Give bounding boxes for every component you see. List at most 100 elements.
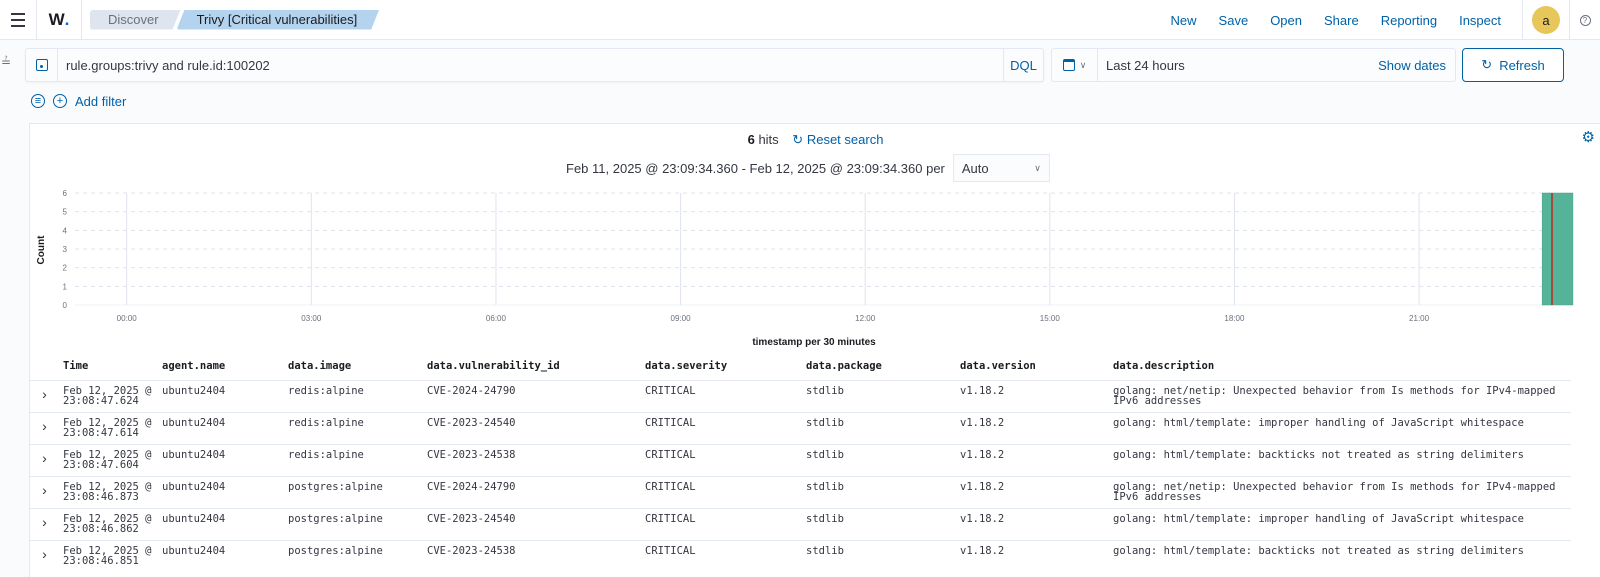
expand-row-button[interactable]: › xyxy=(30,411,59,444)
app-logo[interactable]: W. xyxy=(37,0,81,40)
cell-description: golang: net/netip: Unexpected behavior f… xyxy=(1109,475,1571,508)
filter-options-icon[interactable]: ≡ xyxy=(31,94,45,108)
chart-bars xyxy=(1541,192,1574,306)
cell-version: v1.18.2 xyxy=(956,411,1109,444)
breadcrumb-current-search: Trivy [Critical vulnerabilities] xyxy=(177,10,380,30)
time-date: Feb 12, 2025 @ xyxy=(63,512,152,525)
reporting-button[interactable]: Reporting xyxy=(1381,13,1437,28)
column-header[interactable]: data.vulnerability_id xyxy=(423,352,641,380)
collapse-sidebar-icon[interactable]: ≟ xyxy=(1,55,11,69)
hits-summary: 6 hits ↻ Reset search xyxy=(30,132,1600,148)
time-date: Feb 12, 2025 @ xyxy=(63,416,152,429)
reset-icon: ↻ xyxy=(792,132,804,147)
cell-agent-name: ubuntu2404 xyxy=(158,443,284,476)
cell-agent-name: ubuntu2404 xyxy=(158,411,284,444)
reset-search-button[interactable]: ↻ Reset search xyxy=(792,132,883,147)
cell-description: golang: html/template: backticks not tre… xyxy=(1109,443,1571,476)
y-tick-label: 2 xyxy=(63,264,68,273)
column-header[interactable]: data.image xyxy=(284,352,423,380)
chevron-down-icon: ∨ xyxy=(1034,162,1041,173)
cell-vulnerability-id: CVE-2024-24790 xyxy=(423,379,641,412)
y-tick-label: 4 xyxy=(63,226,68,235)
save-icon xyxy=(35,59,48,71)
quick-menu-button[interactable]: ∨ xyxy=(1052,49,1098,81)
new-button[interactable]: New xyxy=(1171,13,1197,28)
breadcrumb-discover[interactable]: Discover xyxy=(90,10,181,30)
cell-image: postgres:alpine xyxy=(284,539,423,572)
open-button[interactable]: Open xyxy=(1270,13,1302,28)
help-button[interactable]: ? xyxy=(1570,0,1600,40)
column-header[interactable]: data.package xyxy=(802,352,956,380)
cell-image: redis:alpine xyxy=(284,443,423,476)
expand-row-button[interactable]: › xyxy=(30,539,59,572)
expand-row-button[interactable]: › xyxy=(30,507,59,540)
cell-agent-name: ubuntu2404 xyxy=(158,507,284,540)
column-header[interactable]: data.version xyxy=(956,352,1109,380)
breadcrumb: Discover Trivy [Critical vulnerabilities… xyxy=(90,10,379,30)
y-tick-label: 6 xyxy=(63,189,68,198)
cell-version: v1.18.2 xyxy=(956,379,1109,412)
column-header[interactable]: Time xyxy=(59,352,158,380)
expand-row-button[interactable]: › xyxy=(30,475,59,508)
documents-table: Time agent.name data.image data.vulnerab… xyxy=(30,352,1571,572)
search-input[interactable] xyxy=(58,49,1003,81)
cell-severity: CRITICAL xyxy=(641,443,802,476)
table-row: › Feb 12, 2025 @23:08:46.862 ubuntu2404 pos… xyxy=(30,507,1571,540)
column-header[interactable]: data.description xyxy=(1109,352,1571,380)
table-row: › Feb 12, 2025 @23:08:47.614 ubuntu2404 red… xyxy=(30,411,1571,444)
cell-version: v1.18.2 xyxy=(956,539,1109,572)
menu-button[interactable] xyxy=(0,0,36,40)
show-dates-button[interactable]: Show dates xyxy=(1378,58,1455,73)
column-header[interactable]: data.severity xyxy=(641,352,802,380)
refresh-label: Refresh xyxy=(1499,57,1545,73)
cell-version: v1.18.2 xyxy=(956,475,1109,508)
chevron-right-icon: › xyxy=(42,417,47,434)
expand-row-button[interactable]: › xyxy=(30,379,59,412)
user-menu: a xyxy=(1522,0,1570,40)
share-button[interactable]: Share xyxy=(1324,13,1359,28)
cell-package: stdlib xyxy=(802,443,956,476)
saved-query-button[interactable] xyxy=(26,49,58,81)
x-tick-label: 15:00 xyxy=(1040,314,1061,323)
cell-version: v1.18.2 xyxy=(956,507,1109,540)
x-axis-title: timestamp per 30 minutes xyxy=(752,337,876,348)
cell-vulnerability-id: CVE-2023-24540 xyxy=(423,507,641,540)
cell-description: golang: html/template: backticks not tre… xyxy=(1109,539,1571,572)
query-language-button[interactable]: DQL xyxy=(1003,49,1043,81)
chart-grid xyxy=(75,192,1552,306)
chevron-down-icon: ∨ xyxy=(1079,59,1087,70)
cell-package: stdlib xyxy=(802,507,956,540)
cell-package: stdlib xyxy=(802,379,956,412)
table-row: › Feb 12, 2025 @23:08:46.873 ubuntu2404 pos… xyxy=(30,475,1571,508)
table-row: › Feb 12, 2025 @23:08:47.604 ubuntu2404 red… xyxy=(30,443,1571,476)
refresh-button[interactable]: ↻ Refresh xyxy=(1462,48,1564,82)
cell-description: golang: html/template: improper handling… xyxy=(1109,411,1571,444)
expand-row-button[interactable]: › xyxy=(30,443,59,476)
cell-vulnerability-id: CVE-2024-24790 xyxy=(423,475,641,508)
cell-severity: CRITICAL xyxy=(641,475,802,508)
cell-image: redis:alpine xyxy=(284,379,423,412)
avatar[interactable]: a xyxy=(1532,6,1560,34)
cell-time: Feb 12, 2025 @23:08:47.604 xyxy=(59,443,158,476)
time-clock: 23:08:47.604 xyxy=(63,458,139,471)
y-tick-label: 1 xyxy=(63,282,68,291)
column-header[interactable]: agent.name xyxy=(158,352,284,380)
table-header-row: Time agent.name data.image data.vulnerab… xyxy=(30,352,1571,380)
cell-description: golang: html/template: improper handling… xyxy=(1109,507,1571,540)
interval-select[interactable]: Auto ∨ xyxy=(952,154,1050,182)
interval-value: Auto xyxy=(961,160,989,176)
cell-package: stdlib xyxy=(802,411,956,444)
cell-vulnerability-id: CVE-2023-24538 xyxy=(423,443,641,476)
date-range-text[interactable]: Last 24 hours xyxy=(1098,58,1378,73)
interval-row: Feb 11, 2025 @ 23:09:34.360 - Feb 12, 20… xyxy=(566,154,1050,182)
y-axis-ticks: 0 1 2 3 4 5 6 xyxy=(63,189,68,310)
save-button[interactable]: Save xyxy=(1219,13,1249,28)
inspect-button[interactable]: Inspect xyxy=(1459,13,1501,28)
cell-image: postgres:alpine xyxy=(284,475,423,508)
add-filter-button[interactable]: + Add filter xyxy=(53,94,126,109)
hits-count: 6 xyxy=(747,132,755,147)
cell-vulnerability-id: CVE-2023-24540 xyxy=(423,411,641,444)
date-picker: ∨ Last 24 hours Show dates xyxy=(1051,48,1456,82)
histogram-chart: 0 1 2 3 4 5 6 00:00 03:00 06:00 09:00 12:00 15:00 18… xyxy=(36,189,1574,348)
x-tick-label: 00:00 xyxy=(117,314,138,323)
